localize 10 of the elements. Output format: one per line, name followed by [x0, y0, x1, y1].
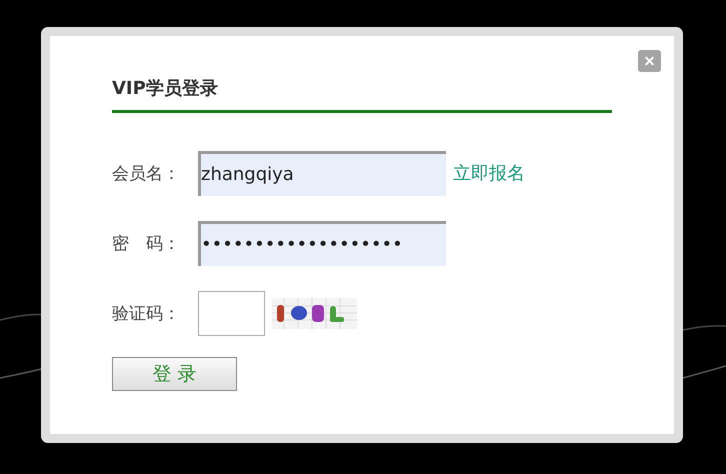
- login-button[interactable]: 登 录: [112, 357, 237, 391]
- close-button[interactable]: ×: [638, 50, 661, 72]
- field-label: 会员名：: [112, 162, 181, 184]
- dialog-title: VIP学员登录: [112, 77, 219, 100]
- captcha-field[interactable]: [198, 290, 265, 336]
- field-label: 密 码：: [112, 232, 181, 254]
- field-label: 验证码：: [112, 302, 181, 324]
- input-field[interactable]: zhangqiya: [198, 150, 446, 196]
- signup-link[interactable]: 立即报名: [453, 161, 525, 185]
- input-field[interactable]: •••••••••••••••••••: [198, 220, 446, 266]
